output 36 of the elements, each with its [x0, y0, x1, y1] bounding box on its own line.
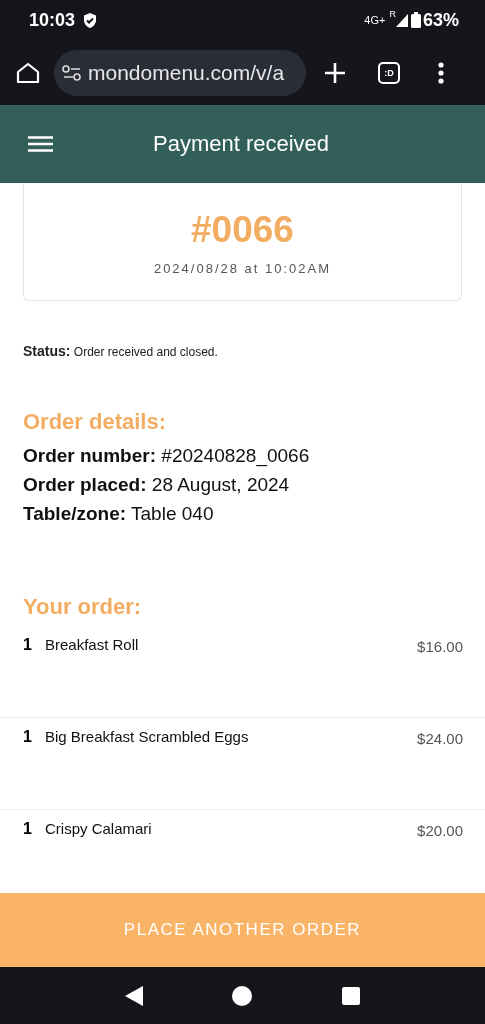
home-icon[interactable] [16, 61, 40, 84]
home-circle-icon[interactable] [232, 985, 253, 1006]
back-icon[interactable] [124, 985, 143, 1006]
order-datetime: 2024/08/28 at 10:02AM [153, 261, 332, 276]
detail-line: Order number: #20240828_0066 [23, 444, 311, 469]
item-price: $16.00 [417, 638, 463, 655]
item-price: $24.00 [417, 730, 463, 747]
detail-line: Order placed: 28 August, 2024 [23, 473, 291, 497]
detail-line: Table/zone: Table 040 [23, 502, 215, 526]
url-text: mondomenu.com/v/a [88, 60, 285, 85]
more-icon[interactable] [438, 61, 444, 84]
battery-icon [410, 12, 421, 28]
clock: 10:03 [29, 9, 76, 31]
item-name: Big Breakfast Scrambled Eggs [45, 728, 250, 745]
item-quantity: 1 [23, 728, 33, 746]
order-number: #0066 [191, 209, 294, 251]
item-quantity: 1 [23, 636, 33, 654]
network-type: 4G+ [364, 14, 386, 26]
site-settings-icon[interactable] [62, 64, 82, 81]
roaming-indicator: R [389, 9, 396, 19]
item-name: Breakfast Roll [45, 636, 140, 653]
tabs-button[interactable]: :D [378, 61, 400, 84]
address-bar[interactable]: mondomenu.com/v/a [54, 49, 306, 96]
item-quantity: 1 [23, 820, 33, 838]
page-title: Payment received [153, 131, 330, 157]
plus-icon[interactable] [324, 61, 346, 84]
section-heading: Your order: [23, 594, 143, 620]
status-text: Status: Order received and closed. [23, 343, 219, 359]
battery-level: 63% [422, 9, 459, 31]
shield-icon [82, 11, 99, 29]
signal-icon [395, 13, 408, 27]
recents-icon[interactable] [342, 986, 361, 1005]
menu-icon[interactable] [28, 136, 53, 152]
item-price: $20.00 [417, 822, 463, 839]
section-heading: Order details: [23, 409, 168, 435]
item-name: Crispy Calamari [45, 820, 153, 837]
